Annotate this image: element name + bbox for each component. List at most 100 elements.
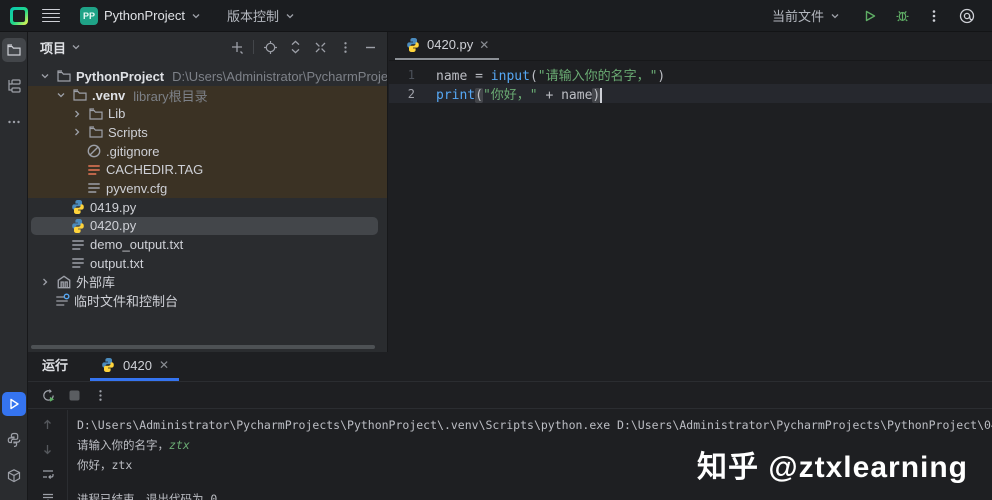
tree-row-0420-py[interactable]: 0420.py [28,217,387,236]
expand-all-icon[interactable] [286,38,304,56]
tree-row-scratches[interactable]: 临时文件和控制台 [28,291,387,310]
python-file-icon [405,37,421,53]
python-file-icon [70,199,86,215]
tree-row-demo-output-txt[interactable]: demo_output.txt [28,235,387,254]
run-button[interactable] [862,8,878,24]
tree-row-output-txt[interactable]: output.txt [28,254,387,273]
chevron-right-icon [72,127,82,137]
rerun-icon[interactable] [40,387,56,403]
text-file-icon [86,180,102,196]
scroll-to-end-icon[interactable] [40,491,56,500]
console-exit-line: 进程已结束，退出代码为 0 [77,489,992,500]
main-menu-icon[interactable] [42,9,60,23]
horizontal-scrollbar[interactable] [31,345,375,349]
run-toolwindow-button[interactable] [2,392,26,416]
debug-button[interactable] [894,8,910,24]
chevron-down-icon [56,90,66,100]
folder-icon [88,106,104,122]
tree-row-cachedir-tag[interactable]: CACHEDIR.TAG [28,160,387,179]
library-icon [56,274,72,290]
text-file-icon [70,255,86,271]
python-packages-button[interactable] [2,464,26,488]
tree-row-pyvenv-cfg[interactable]: pyvenv.cfg [28,179,387,198]
run-panel-title[interactable]: 运行 [42,355,68,381]
collapse-all-icon[interactable] [311,38,329,56]
prev-occurrence-icon[interactable] [40,416,56,432]
chevron-down-icon [191,11,201,21]
tree-row-venv[interactable]: .venv library根目录 [28,86,387,105]
add-icon[interactable] [228,38,246,56]
run-panel-header: 运行 0420 ✕ [28,353,992,382]
close-tab-icon[interactable]: ✕ [479,38,489,52]
python-file-icon [100,357,116,373]
text-file-orange-icon [86,162,102,178]
project-tree: PythonProject D:\Users\Administrator\Pyc… [28,62,387,310]
project-badge: PP [80,7,98,25]
editor-tab-bar: 0420.py ✕ [389,32,992,61]
project-switcher[interactable]: PP PythonProject [74,4,207,28]
run-more-options-icon[interactable] [92,387,108,403]
console-command-line: D:\Users\Administrator\PycharmProjects\P… [77,415,992,435]
chevron-right-icon [72,109,82,119]
run-tab-0420[interactable]: 0420 ✕ [90,352,179,381]
run-config-selector[interactable]: 当前文件 [766,3,846,28]
pycharm-window: PP PythonProject 版本控制 当前文件 [0,0,992,500]
chevron-down-icon [285,11,295,21]
folder-icon [72,87,88,103]
tree-row-external-libraries[interactable]: 外部库 [28,273,387,292]
watermark: 知乎 @ztxlearning [697,442,968,486]
folder-icon [56,68,72,84]
project-panel: 项目 PythonProject D:\Users\Administrator\… [28,32,388,352]
soft-wrap-icon[interactable] [40,466,56,482]
chevron-down-icon [830,11,840,21]
folder-icon [88,124,104,140]
code-line-2: 2 print("你好，" + name) [389,84,992,103]
run-toolbar [28,382,992,409]
options-kebab-icon[interactable] [336,38,354,56]
tree-row-project-root[interactable]: PythonProject D:\Users\Administrator\Pyc… [28,67,387,86]
code-editor[interactable]: 1 name = input("请输入你的名字，") 2 print("你好，"… [389,65,992,103]
console-user-input: ztx [169,438,190,452]
ignored-file-icon [86,143,102,159]
python-console-button[interactable] [2,428,26,452]
left-tool-stripe [0,32,28,500]
vcs-label: 版本控制 [227,6,279,25]
chevron-down-icon [40,71,50,81]
more-toolwindows-icon[interactable] [2,110,26,134]
tree-row-0419-py[interactable]: 0419.py [28,198,387,217]
line-number: 1 [389,68,415,82]
line-number: 2 [389,87,415,101]
more-options-icon[interactable] [926,8,942,24]
title-bar: PP PythonProject 版本控制 当前文件 [0,0,992,32]
text-file-icon [70,237,86,253]
current-file-label: 当前文件 [772,6,824,25]
project-toolwindow-button[interactable] [2,38,26,62]
text-caret [600,88,602,103]
vcs-menu[interactable]: 版本控制 [221,3,301,28]
project-root-path: D:\Users\Administrator\PycharmProjects\P… [172,69,387,84]
library-root-hint: library根目录 [133,86,207,105]
next-occurrence-icon[interactable] [40,441,56,457]
console-gutter-toolbar [28,410,68,500]
tree-row-gitignore[interactable]: .gitignore [28,142,387,161]
pycharm-logo-icon [10,7,28,25]
chevron-down-icon [71,42,81,52]
toolbar-divider [253,40,254,54]
stop-icon[interactable] [66,387,82,403]
python-file-icon [70,218,86,234]
tree-row-scripts[interactable]: Scripts [28,123,387,142]
at-spiral-icon[interactable] [958,7,976,25]
locate-file-icon[interactable] [261,38,279,56]
project-panel-header: 项目 [28,32,387,62]
code-line-1: 1 name = input("请输入你的名字，") [389,65,992,84]
project-name: PythonProject [104,8,185,23]
project-panel-title[interactable]: 项目 [40,38,81,57]
scratches-icon [54,293,70,309]
editor-area: 0420.py ✕ 1 name = input("请输入你的名字，") 2 p… [389,32,992,352]
editor-tab-0420-py[interactable]: 0420.py ✕ [395,31,499,60]
hide-panel-icon[interactable] [361,38,379,56]
structure-toolwindow-button[interactable] [2,74,26,98]
tree-row-lib[interactable]: Lib [28,104,387,123]
close-tab-icon[interactable]: ✕ [159,358,169,372]
chevron-right-icon [40,277,50,287]
